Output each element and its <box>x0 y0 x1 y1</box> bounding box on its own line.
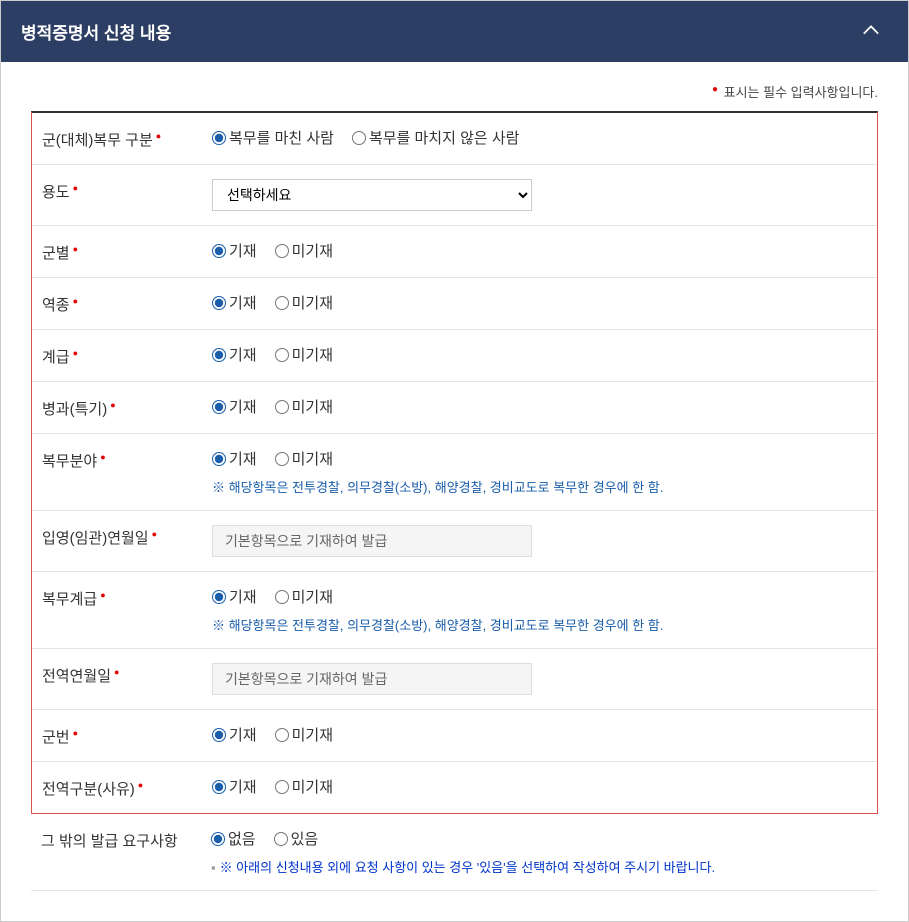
label-rank: 계급● <box>42 344 212 367</box>
radio-branch-write[interactable] <box>212 244 226 258</box>
radio-category-write[interactable] <box>212 296 226 310</box>
row-other-req: 그 밖의 발급 요구사항 없음 있음 ▪※ 아래의 신청내용 외에 요청 사항이… <box>31 814 878 891</box>
radio-other-none-label[interactable]: 없음 <box>228 828 256 849</box>
radio-other-exist[interactable] <box>274 832 288 846</box>
radio-branch-nowrite[interactable] <box>275 244 289 258</box>
radio-dtype-nowrite-label[interactable]: 미기재 <box>292 776 333 797</box>
chevron-up-icon <box>862 24 880 36</box>
radio-sfield-write-label[interactable]: 기재 <box>229 448 257 469</box>
radio-category-nowrite[interactable] <box>275 296 289 310</box>
label-service-number: 군번● <box>42 724 212 747</box>
label-service-field: 복무분야● <box>42 448 212 471</box>
radio-specialty-write-label[interactable]: 기재 <box>229 396 257 417</box>
row-category: 역종● 기재 미기재 <box>32 278 877 330</box>
radio-other-exist-label[interactable]: 있음 <box>291 828 319 849</box>
control-service-type: 복무를 마친 사람 복무를 마치지 않은 사람 <box>212 127 867 148</box>
label-purpose: 용도● <box>42 179 212 202</box>
row-discharge-date: 전역연월일● 기본항목으로 기재하여 발급 <box>32 649 877 710</box>
radio-rank-nowrite[interactable] <box>275 348 289 362</box>
radio-specialty-write[interactable] <box>212 400 226 414</box>
radio-dtype-write[interactable] <box>212 780 226 794</box>
row-discharge-type: 전역구분(사유)● 기재 미기재 <box>32 762 877 813</box>
note-service-field: ※ 해당항목은 전투경찰, 의무경찰(소방), 해양경찰, 경비교도로 복무한 … <box>212 477 867 496</box>
radio-category-write-label[interactable]: 기재 <box>229 292 257 313</box>
radio-not-completed-label[interactable]: 복무를 마치지 않은 사람 <box>369 127 520 148</box>
panel-title: 병적증명서 신청 내용 <box>21 19 171 44</box>
row-rank: 계급● 기재 미기재 <box>32 330 877 382</box>
radio-branch-write-label[interactable]: 기재 <box>229 240 257 261</box>
radio-completed-label[interactable]: 복무를 마친 사람 <box>229 127 334 148</box>
radio-rank-write-label[interactable]: 기재 <box>229 344 257 365</box>
radio-srank-write-label[interactable]: 기재 <box>229 586 257 607</box>
radio-dtype-nowrite[interactable] <box>275 780 289 794</box>
radio-other-none[interactable] <box>211 832 225 846</box>
row-purpose: 용도● 선택하세요 <box>32 165 877 226</box>
readonly-discharge-date: 기본항목으로 기재하여 발급 <box>212 663 532 695</box>
label-service-rank: 복무계급● <box>42 586 212 609</box>
radio-srank-write[interactable] <box>212 590 226 604</box>
row-service-rank: 복무계급● 기재 미기재 ※ 해당항목은 전투경찰, 의무경찰(소방), 해양경 <box>32 572 877 649</box>
panel-header: 병적증명서 신청 내용 <box>1 1 908 62</box>
label-branch: 군별● <box>42 240 212 263</box>
radio-dtype-write-label[interactable]: 기재 <box>229 776 257 797</box>
radio-sfield-nowrite[interactable] <box>275 452 289 466</box>
label-service-type: 군(대체)복무 구분● <box>42 127 212 150</box>
radio-specialty-nowrite-label[interactable]: 미기재 <box>292 396 333 417</box>
radio-srank-nowrite-label[interactable]: 미기재 <box>292 586 333 607</box>
row-service-type: 군(대체)복무 구분● 복무를 마친 사람 복무를 마치지 않은 사람 <box>32 113 877 165</box>
required-notice: ● 표시는 필수 입력사항입니다. <box>31 72 878 111</box>
label-enlist-date: 입영(임관)연월일● <box>42 525 212 548</box>
note-other-req: ▪※ 아래의 신청내용 외에 요청 사항이 있는 경우 '있음'을 선택하여 작… <box>211 857 868 876</box>
radio-rank-nowrite-label[interactable]: 미기재 <box>292 344 333 365</box>
required-dot-icon: ● <box>712 84 718 95</box>
label-discharge-type: 전역구분(사유)● <box>42 776 212 799</box>
radio-rank-write[interactable] <box>212 348 226 362</box>
label-specialty: 병과(특기)● <box>42 396 212 419</box>
note-service-rank: ※ 해당항목은 전투경찰, 의무경찰(소방), 해양경찰, 경비교도로 복무한 … <box>212 615 867 634</box>
radio-completed[interactable] <box>212 131 226 145</box>
row-service-number: 군번● 기재 미기재 <box>32 710 877 762</box>
radio-specialty-nowrite[interactable] <box>275 400 289 414</box>
row-branch: 군별● 기재 미기재 <box>32 226 877 278</box>
radio-sfield-write[interactable] <box>212 452 226 466</box>
readonly-enlist-date: 기본항목으로 기재하여 발급 <box>212 525 532 557</box>
radio-snum-nowrite-label[interactable]: 미기재 <box>292 724 333 745</box>
collapse-button[interactable] <box>854 20 888 43</box>
label-other-req: 그 밖의 발급 요구사항 <box>41 828 211 851</box>
row-enlist-date: 입영(임관)연월일● 기본항목으로 기재하여 발급 <box>32 511 877 572</box>
radio-snum-write-label[interactable]: 기재 <box>229 724 257 745</box>
radio-snum-write[interactable] <box>212 728 226 742</box>
radio-category-nowrite-label[interactable]: 미기재 <box>292 292 333 313</box>
label-discharge-date: 전역연월일● <box>42 663 212 686</box>
required-fields-box: 군(대체)복무 구분● 복무를 마친 사람 복무를 마치지 않은 사람 <box>31 111 878 814</box>
radio-branch-nowrite-label[interactable]: 미기재 <box>292 240 333 261</box>
row-specialty: 병과(특기)● 기재 미기재 <box>32 382 877 434</box>
label-category: 역종● <box>42 292 212 315</box>
row-service-field: 복무분야● 기재 미기재 ※ 해당항목은 전투경찰, 의무경찰(소방), 해양경 <box>32 434 877 511</box>
radio-srank-nowrite[interactable] <box>275 590 289 604</box>
radio-not-completed[interactable] <box>352 131 366 145</box>
radio-snum-nowrite[interactable] <box>275 728 289 742</box>
form-container: 병적증명서 신청 내용 ● 표시는 필수 입력사항입니다. 군(대체)복무 구분… <box>0 0 909 922</box>
select-purpose[interactable]: 선택하세요 <box>212 179 532 211</box>
panel-content: ● 표시는 필수 입력사항입니다. 군(대체)복무 구분● 복무를 마친 사람 <box>1 62 908 921</box>
radio-sfield-nowrite-label[interactable]: 미기재 <box>292 448 333 469</box>
